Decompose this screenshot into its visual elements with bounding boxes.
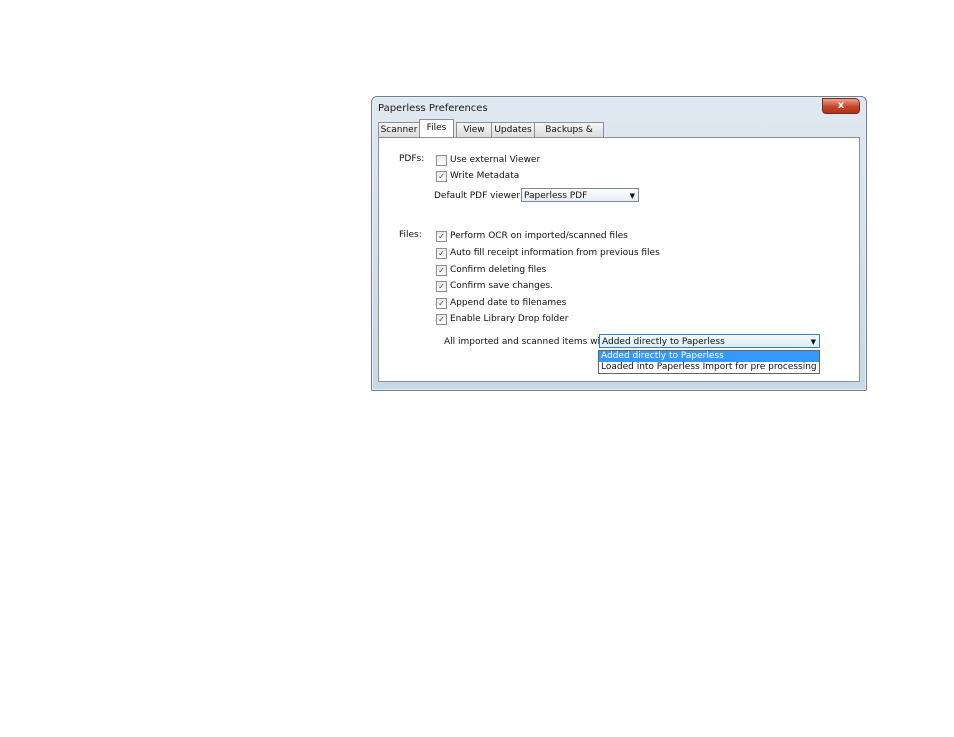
library-drop-label: Enable Library Drop folder: [450, 314, 569, 324]
window-title: Paperless Preferences: [378, 103, 488, 114]
default-pdf-viewer-label: Default PDF viewer:: [434, 191, 523, 201]
auto-fill-label: Auto fill receipt information from previ…: [450, 248, 660, 258]
preferences-window: Paperless Preferences x Scanner Files Vi…: [371, 96, 867, 391]
option-auto-fill[interactable]: ✓ Auto fill receipt information from pre…: [436, 247, 660, 259]
pdfs-section-label: PDFs:: [399, 154, 425, 164]
default-pdf-viewer-select[interactable]: Paperless PDF ▼: [521, 188, 639, 202]
auto-fill-checkbox[interactable]: ✓: [436, 247, 447, 259]
files-panel: PDFs: Use external Viewer ✓ Write Metada…: [378, 137, 860, 382]
use-external-viewer-label: Use external Viewer: [450, 155, 541, 165]
import-destination-select[interactable]: Added directly to Paperless ▼: [599, 334, 820, 348]
library-drop-checkbox[interactable]: ✓: [436, 313, 447, 325]
option-confirm-deleting[interactable]: ✓ Confirm deleting files: [436, 264, 546, 276]
tab-updates[interactable]: Updates: [491, 122, 535, 137]
perform-ocr-checkbox[interactable]: ✓: [436, 230, 447, 242]
perform-ocr-label: Perform OCR on imported/scanned files: [450, 231, 628, 241]
append-date-checkbox[interactable]: ✓: [436, 297, 447, 309]
tab-view[interactable]: View: [456, 122, 492, 137]
default-pdf-viewer-value: Paperless PDF: [524, 191, 588, 201]
tab-scanner[interactable]: Scanner: [378, 122, 420, 137]
write-metadata-option[interactable]: ✓ Write Metadata: [436, 170, 519, 182]
write-metadata-checkbox[interactable]: ✓: [436, 170, 447, 182]
confirm-deleting-checkbox[interactable]: ✓: [436, 264, 447, 276]
use-external-viewer-checkbox[interactable]: [436, 154, 447, 166]
close-button[interactable]: x: [822, 98, 860, 114]
files-section-label: Files:: [399, 230, 422, 240]
option-perform-ocr[interactable]: ✓ Perform OCR on imported/scanned files: [436, 230, 628, 242]
option-append-date[interactable]: ✓ Append date to filenames: [436, 297, 566, 309]
import-destination-value: Added directly to Paperless: [602, 337, 725, 347]
dropdown-option-added-directly[interactable]: Added directly to Paperless: [599, 351, 819, 362]
chevron-down-icon: ▼: [810, 338, 816, 346]
chevron-down-icon: ▼: [629, 192, 635, 200]
dropdown-option-loaded-into-import[interactable]: Loaded into Paperless Import for pre pro…: [599, 362, 819, 373]
option-library-drop[interactable]: ✓ Enable Library Drop folder: [436, 313, 569, 325]
option-confirm-save[interactable]: ✓ Confirm save changes.: [436, 280, 553, 292]
confirm-save-checkbox[interactable]: ✓: [436, 280, 447, 292]
confirm-save-label: Confirm save changes.: [450, 281, 553, 291]
import-destination-label: All imported and scanned items will be:: [444, 337, 623, 347]
write-metadata-label: Write Metadata: [450, 171, 520, 181]
use-external-viewer-option[interactable]: Use external Viewer: [436, 154, 540, 166]
confirm-deleting-label: Confirm deleting files: [450, 265, 547, 275]
tab-backups-misc[interactable]: Backups & Misc: [534, 122, 604, 149]
append-date-label: Append date to filenames: [450, 298, 567, 308]
import-destination-dropdown: Added directly to Paperless Loaded into …: [598, 350, 820, 374]
tab-files[interactable]: Files: [419, 119, 454, 137]
